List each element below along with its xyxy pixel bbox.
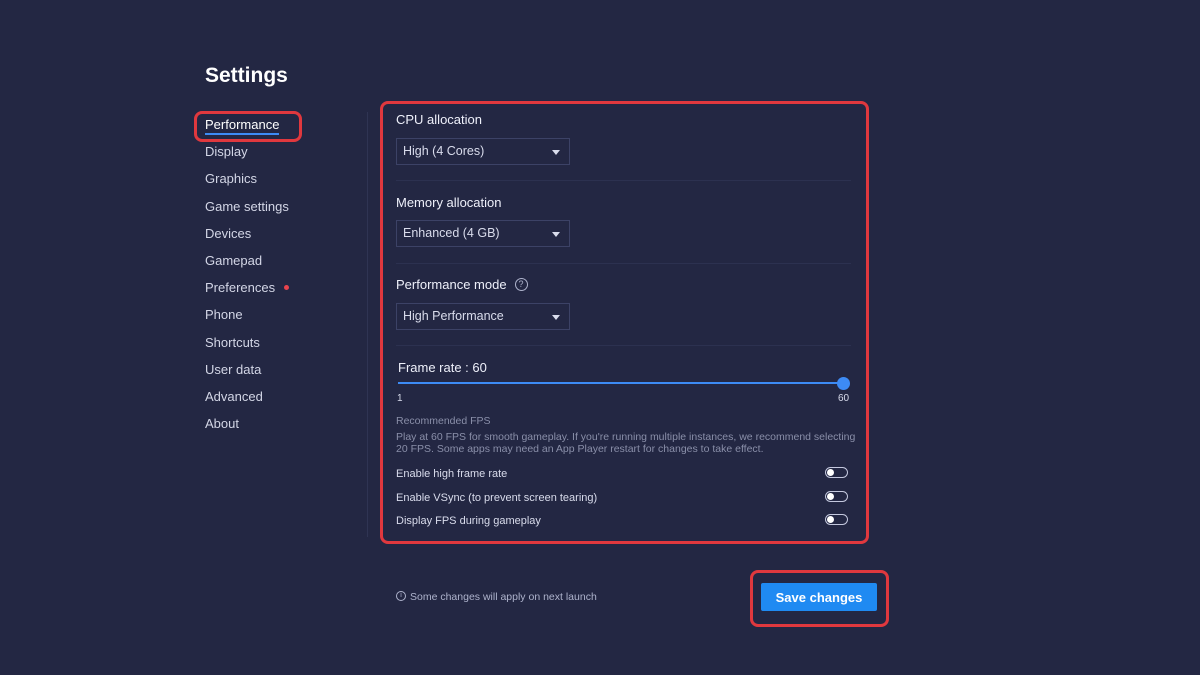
sidebar-item-label: Display (205, 144, 248, 160)
cpu-allocation-dropdown[interactable]: High (4 Cores) (396, 138, 570, 165)
performance-mode-value: High Performance (403, 309, 504, 323)
sidebar-item-label: Graphics (205, 171, 258, 187)
chevron-down-icon (552, 232, 560, 237)
display-fps-label: Display FPS during gameplay (396, 515, 541, 527)
info-circle-icon: i (396, 591, 406, 602)
sidebar-item-game-settings[interactable]: Game settings (205, 193, 355, 220)
vsync-label: Enable VSync (to prevent screen tearing) (396, 492, 598, 504)
section-divider (396, 263, 851, 264)
sidebar-item-shortcuts[interactable]: Shortcuts (205, 329, 355, 356)
save-changes-button[interactable]: Save changes (761, 583, 877, 611)
recommended-fps-title: Recommended FPS (396, 415, 491, 427)
sidebar-item-display[interactable]: Display (205, 138, 355, 165)
sidebar-item-label: Game settings (205, 198, 289, 214)
frame-rate-slider-track[interactable] (398, 382, 844, 384)
chevron-down-icon (552, 150, 560, 155)
sidebar-item-devices[interactable]: Devices (205, 220, 355, 247)
sidebar-item-about[interactable]: About (205, 410, 355, 437)
sidebar-item-label: Preferences (205, 280, 276, 296)
section-divider (396, 345, 851, 346)
memory-allocation-label: Memory allocation (396, 195, 502, 210)
restart-note-text: Some changes will apply on next launch (410, 591, 597, 603)
page-title: Settings (205, 64, 288, 87)
sidebar-item-phone[interactable]: Phone (205, 301, 355, 328)
sidebar-item-label: Performance (205, 117, 280, 135)
sidebar-item-label: About (205, 416, 239, 432)
toggle-knob (827, 469, 834, 476)
cpu-allocation-label: CPU allocation (396, 112, 482, 127)
sidebar-divider (367, 112, 368, 537)
sidebar-item-label: Devices (205, 225, 252, 241)
high-frame-rate-toggle[interactable] (825, 467, 848, 478)
vsync-row: Enable VSync (to prevent screen tearing) (396, 488, 851, 506)
vsync-toggle[interactable] (825, 491, 848, 502)
toggle-knob (827, 493, 834, 500)
display-fps-toggle[interactable] (825, 514, 848, 525)
sidebar-item-label: User data (205, 361, 262, 377)
memory-allocation-dropdown[interactable]: Enhanced (4 GB) (396, 220, 570, 247)
cpu-allocation-value: High (4 Cores) (403, 144, 485, 158)
performance-mode-dropdown[interactable]: High Performance (396, 303, 570, 330)
frame-rate-slider-thumb[interactable] (837, 377, 850, 390)
toggle-knob (827, 516, 834, 523)
settings-sidebar: Performance Display Graphics Game settin… (205, 111, 355, 437)
sidebar-item-user-data[interactable]: User data (205, 356, 355, 383)
performance-mode-label-row: Performance mode? (396, 277, 528, 292)
sidebar-item-performance[interactable]: Performance (205, 111, 355, 138)
display-fps-row: Display FPS during gameplay (396, 511, 851, 529)
sidebar-item-graphics[interactable]: Graphics (205, 165, 355, 192)
high-frame-rate-row: Enable high frame rate (396, 464, 851, 482)
performance-mode-label: Performance mode (396, 277, 507, 292)
memory-allocation-value: Enhanced (4 GB) (403, 226, 500, 240)
restart-note: i Some changes will apply on next launch (396, 591, 597, 603)
frame-rate-min-label: 1 (397, 393, 403, 404)
sidebar-item-preferences[interactable]: Preferences (205, 274, 355, 301)
sidebar-item-label: Shortcuts (205, 334, 260, 350)
sidebar-item-label: Advanced (205, 388, 263, 404)
frame-rate-max-label: 60 (838, 393, 850, 404)
sidebar-item-advanced[interactable]: Advanced (205, 383, 355, 410)
high-frame-rate-label: Enable high frame rate (396, 468, 508, 480)
section-divider (396, 180, 851, 181)
chevron-down-icon (552, 315, 560, 320)
sidebar-item-label: Gamepad (205, 252, 263, 268)
help-circle-icon[interactable]: ? (514, 278, 528, 292)
notification-dot-icon (284, 285, 290, 291)
sidebar-item-gamepad[interactable]: Gamepad (205, 247, 355, 274)
recommended-fps-text: Play at 60 FPS for smooth gameplay. If y… (396, 431, 856, 455)
sidebar-item-label: Phone (205, 307, 243, 323)
frame-rate-label: Frame rate : 60 (398, 360, 487, 375)
